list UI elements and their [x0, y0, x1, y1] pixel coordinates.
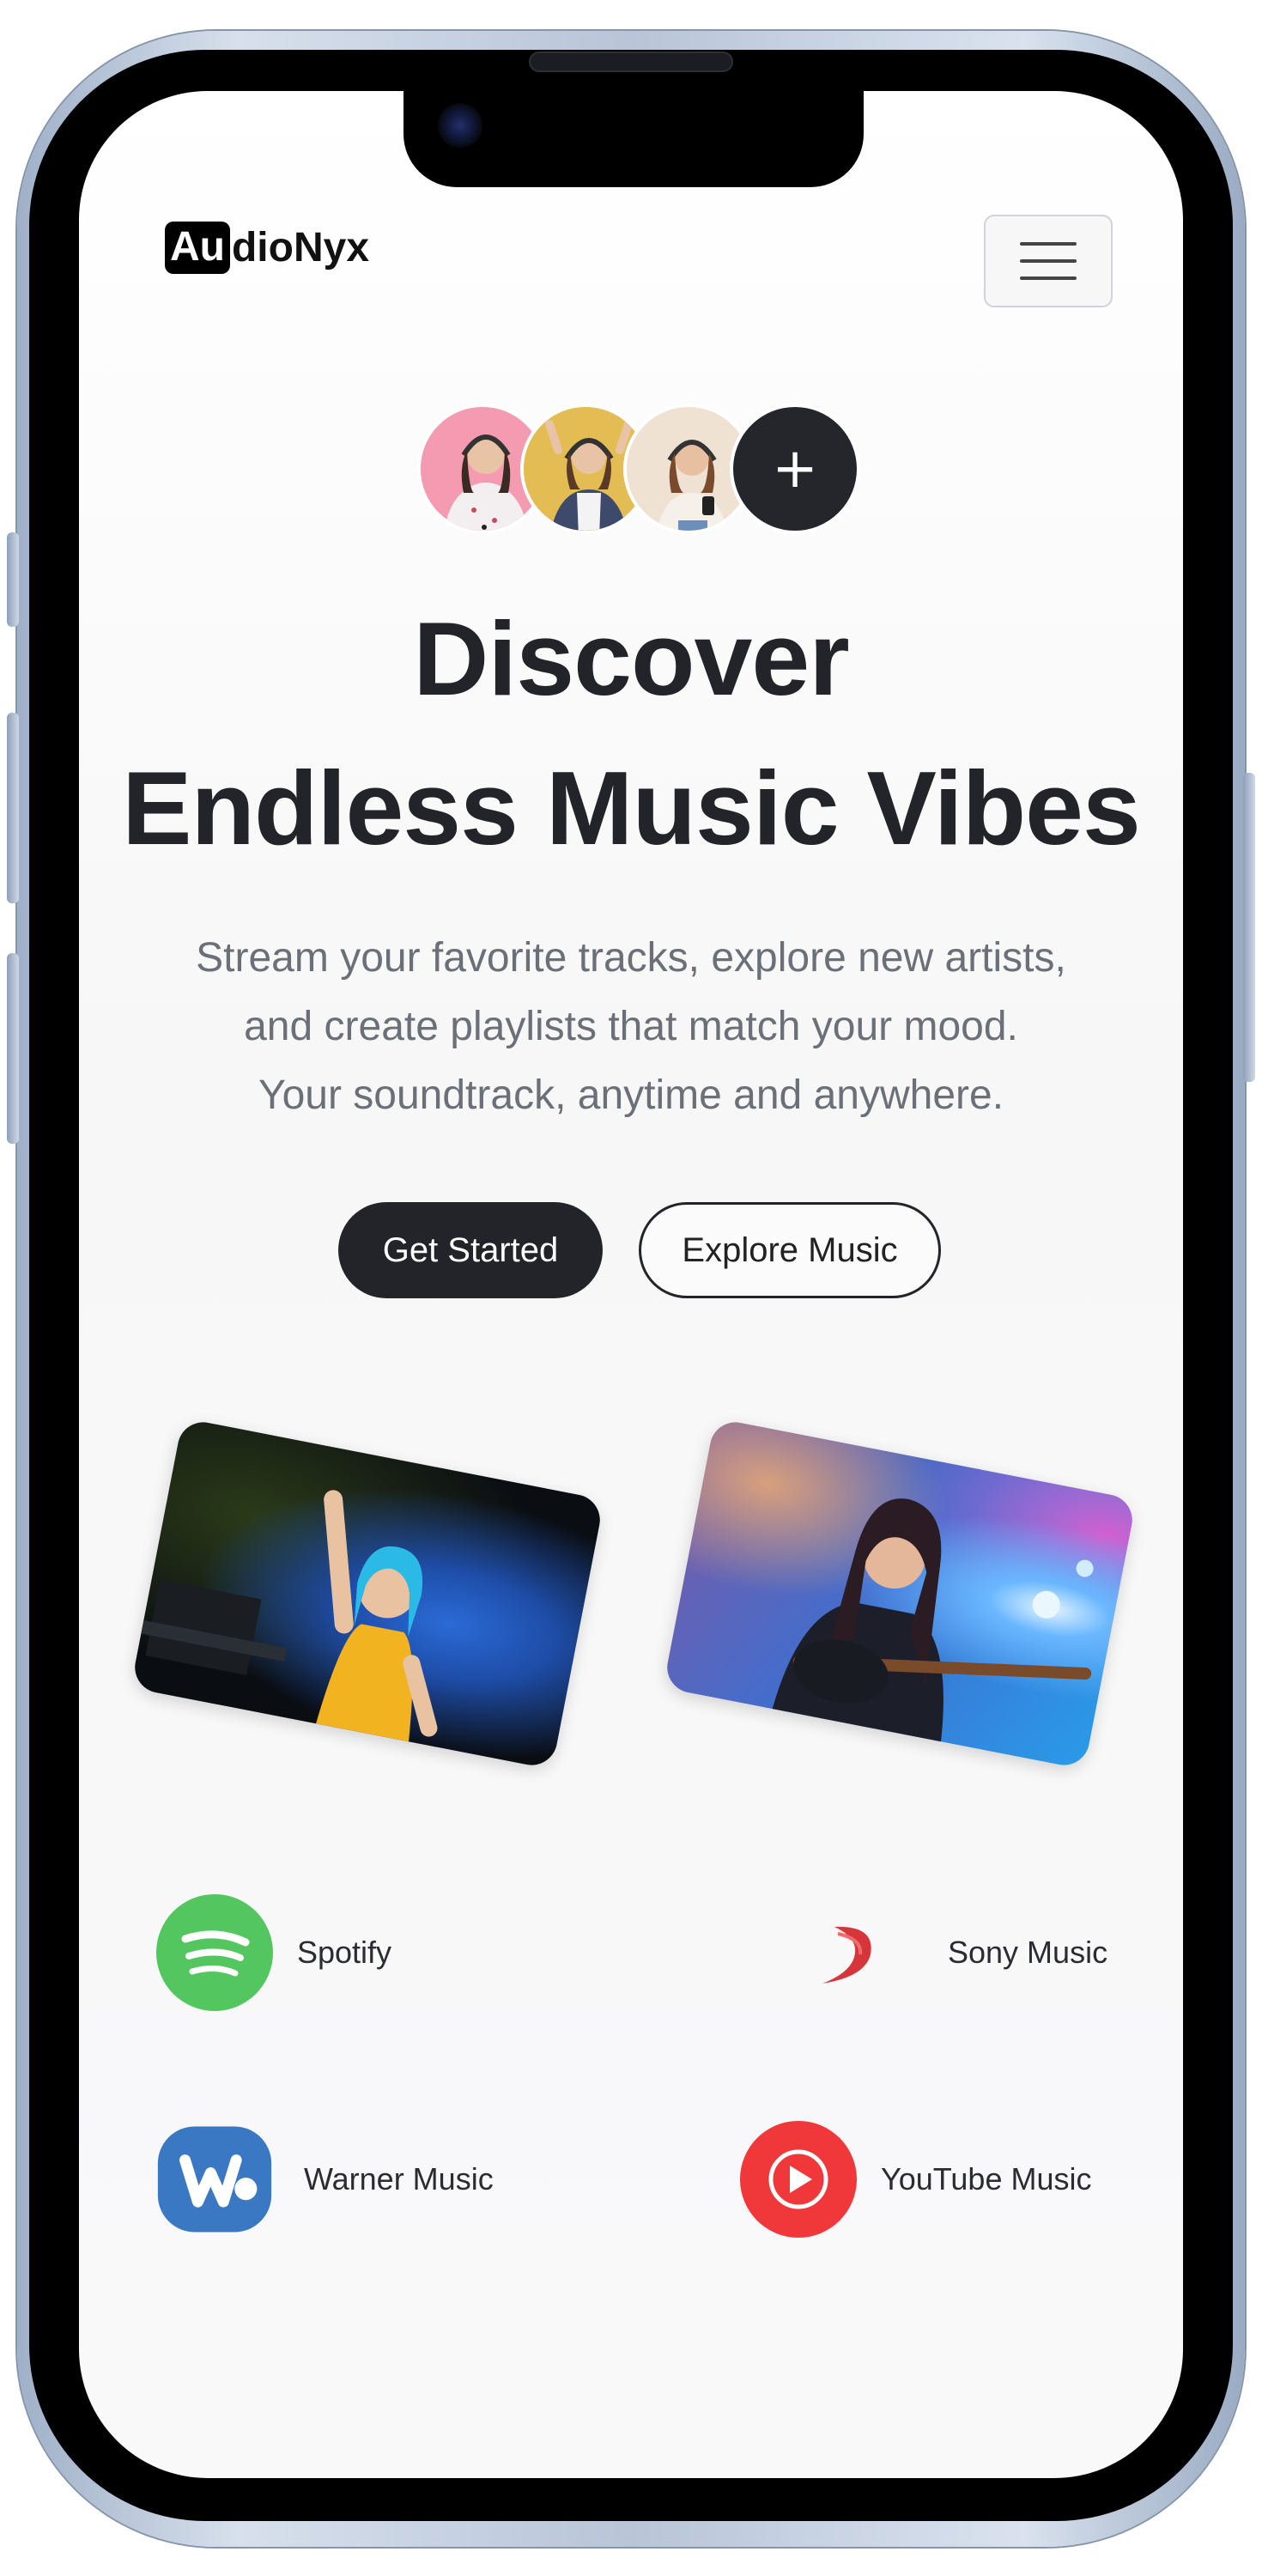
volume-up-button — [7, 713, 19, 903]
youtube-music-icon — [740, 2121, 857, 2238]
menu-button[interactable] — [984, 215, 1113, 307]
volume-down-button — [7, 953, 19, 1144]
partner-spotify-label: Spotify — [297, 1935, 392, 1970]
partner-sony-music[interactable]: Sony Music — [792, 1894, 1107, 2011]
explore-music-button[interactable]: Explore Music — [639, 1202, 941, 1298]
partner-warner-music[interactable]: Warner Music — [156, 2121, 494, 2238]
hero-title-line-1: Discover — [413, 600, 849, 717]
guitarist-photo — [663, 1418, 1137, 1770]
partner-sony-music-label: Sony Music — [948, 1935, 1108, 1970]
partner-youtube-music[interactable]: YouTube Music — [740, 2121, 1091, 2238]
hero-subtitle: Stream your favorite tracks, explore new… — [79, 924, 1183, 1130]
logo-text: dioNyx — [231, 225, 370, 270]
hero-subtitle-line-1: Stream your favorite tracks, explore new… — [196, 935, 1066, 981]
partner-youtube-music-label: YouTube Music — [881, 2161, 1092, 2196]
hero-subtitle-line-2: and create playlists that match your moo… — [244, 1004, 1018, 1049]
logo-mark: Au — [165, 222, 230, 274]
spotify-icon — [156, 1894, 273, 2011]
partner-spotify[interactable]: Spotify — [156, 1894, 391, 2011]
hamburger-menu-icon — [1020, 242, 1077, 246]
power-button — [1243, 773, 1255, 1082]
front-camera — [438, 103, 482, 148]
partner-warner-music-label: Warner Music — [304, 2161, 494, 2196]
add-listener-button[interactable]: + — [730, 404, 860, 534]
listener-avatars: + — [417, 404, 864, 534]
phone-screen: Au dioNyx + Discover Endless Music Vibes… — [79, 91, 1183, 2478]
hero-title: Discover Endless Music Vibes — [79, 584, 1183, 883]
warner-music-icon — [156, 2121, 273, 2238]
hero-title-line-2: Endless Music Vibes — [122, 750, 1141, 866]
mute-switch — [7, 532, 19, 627]
hero-subtitle-line-3: Your soundtrack, anytime and anywhere. — [258, 1072, 1004, 1118]
get-started-button[interactable]: Get Started — [338, 1202, 603, 1298]
earpiece-speaker — [529, 52, 733, 72]
sony-music-icon — [792, 1894, 908, 2011]
dj-performer-photo — [130, 1418, 604, 1770]
brand-logo[interactable]: Au dioNyx — [165, 222, 369, 274]
